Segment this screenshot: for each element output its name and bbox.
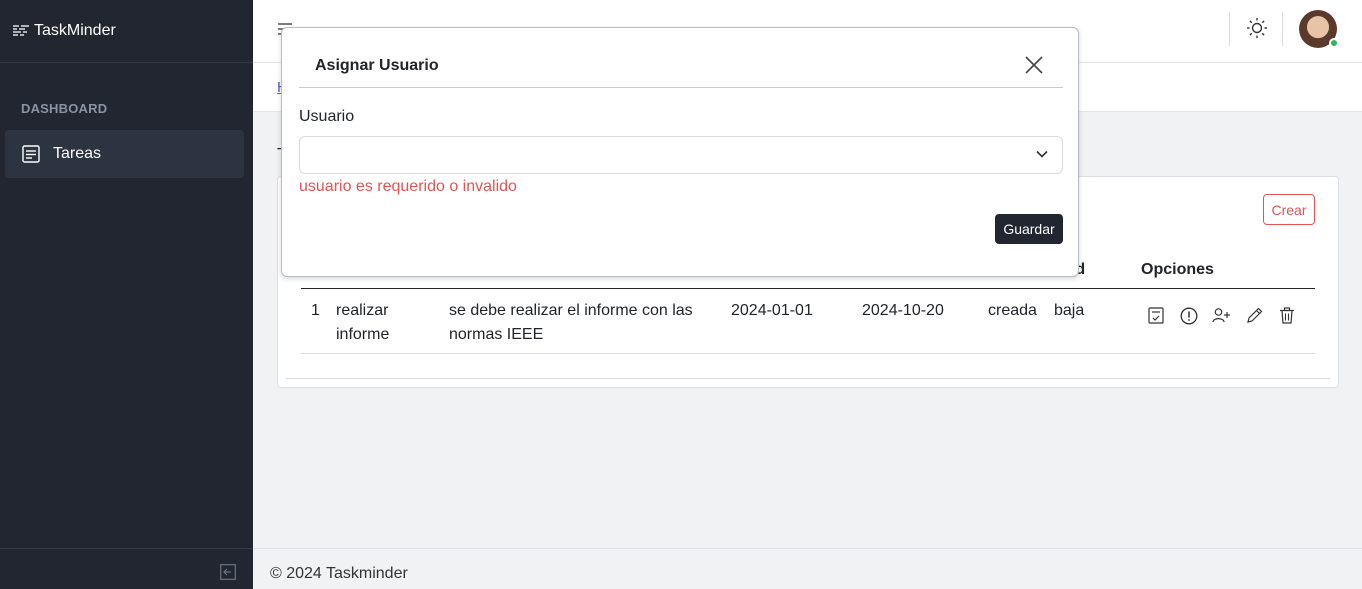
sun-icon[interactable] bbox=[1246, 17, 1268, 39]
list-icon bbox=[22, 145, 40, 163]
sidebar: TaskMinder DASHBOARD Tareas bbox=[0, 0, 253, 589]
brand-name: TaskMinder bbox=[34, 22, 116, 39]
trash-icon[interactable] bbox=[1279, 307, 1295, 324]
brand[interactable]: TaskMinder bbox=[0, 0, 253, 63]
usuario-label: Usuario bbox=[299, 108, 355, 125]
checklist-icon[interactable] bbox=[1148, 307, 1164, 324]
task-id: 1 bbox=[311, 302, 320, 319]
header-divider bbox=[1229, 12, 1230, 46]
usuario-select[interactable] bbox=[299, 136, 1063, 174]
alert-icon[interactable] bbox=[1180, 307, 1198, 325]
add-user-icon[interactable] bbox=[1212, 307, 1230, 324]
footer: © 2024 Taskminder bbox=[253, 548, 1362, 589]
task-description: se debe realizar el informe con las norm… bbox=[449, 302, 693, 343]
assign-user-modal: Asignar Usuario Usuario usuario es reque… bbox=[281, 27, 1079, 277]
avatar[interactable] bbox=[1299, 10, 1339, 48]
collapse-sidebar-icon[interactable] bbox=[220, 564, 236, 580]
task-start-date: 2024-01-01 bbox=[731, 302, 813, 319]
usuario-error-message: usuario es requerido o invalido bbox=[299, 178, 517, 195]
online-status-dot bbox=[1329, 38, 1339, 48]
table-row-divider bbox=[301, 353, 1315, 354]
create-task-button[interactable]: Crear bbox=[1263, 194, 1315, 225]
header-divider bbox=[1282, 12, 1283, 46]
task-title: realizar informe bbox=[336, 302, 390, 343]
logo-icon bbox=[13, 25, 29, 36]
close-icon[interactable] bbox=[1024, 55, 1044, 75]
modal-title: Asignar Usuario bbox=[315, 57, 439, 74]
sidebar-item-label: Tareas bbox=[53, 145, 102, 162]
sidebar-footer bbox=[0, 548, 253, 589]
chevron-down-icon bbox=[1036, 150, 1048, 158]
task-end-date: 2024-10-20 bbox=[862, 302, 944, 319]
save-button[interactable]: Guardar bbox=[995, 214, 1063, 244]
sidebar-item-tareas[interactable]: Tareas bbox=[5, 130, 244, 178]
column-header-opciones: Opciones bbox=[1141, 261, 1214, 278]
edit-icon[interactable] bbox=[1246, 307, 1263, 324]
card-footer-divider bbox=[286, 378, 1330, 379]
modal-header-divider bbox=[299, 87, 1063, 88]
nav-section-title: DASHBOARD bbox=[21, 101, 108, 116]
task-priority: baja bbox=[1054, 302, 1085, 319]
footer-copyright: © 2024 Taskminder bbox=[270, 565, 408, 582]
task-state: creada bbox=[988, 302, 1037, 319]
table-header-divider bbox=[301, 288, 1315, 289]
